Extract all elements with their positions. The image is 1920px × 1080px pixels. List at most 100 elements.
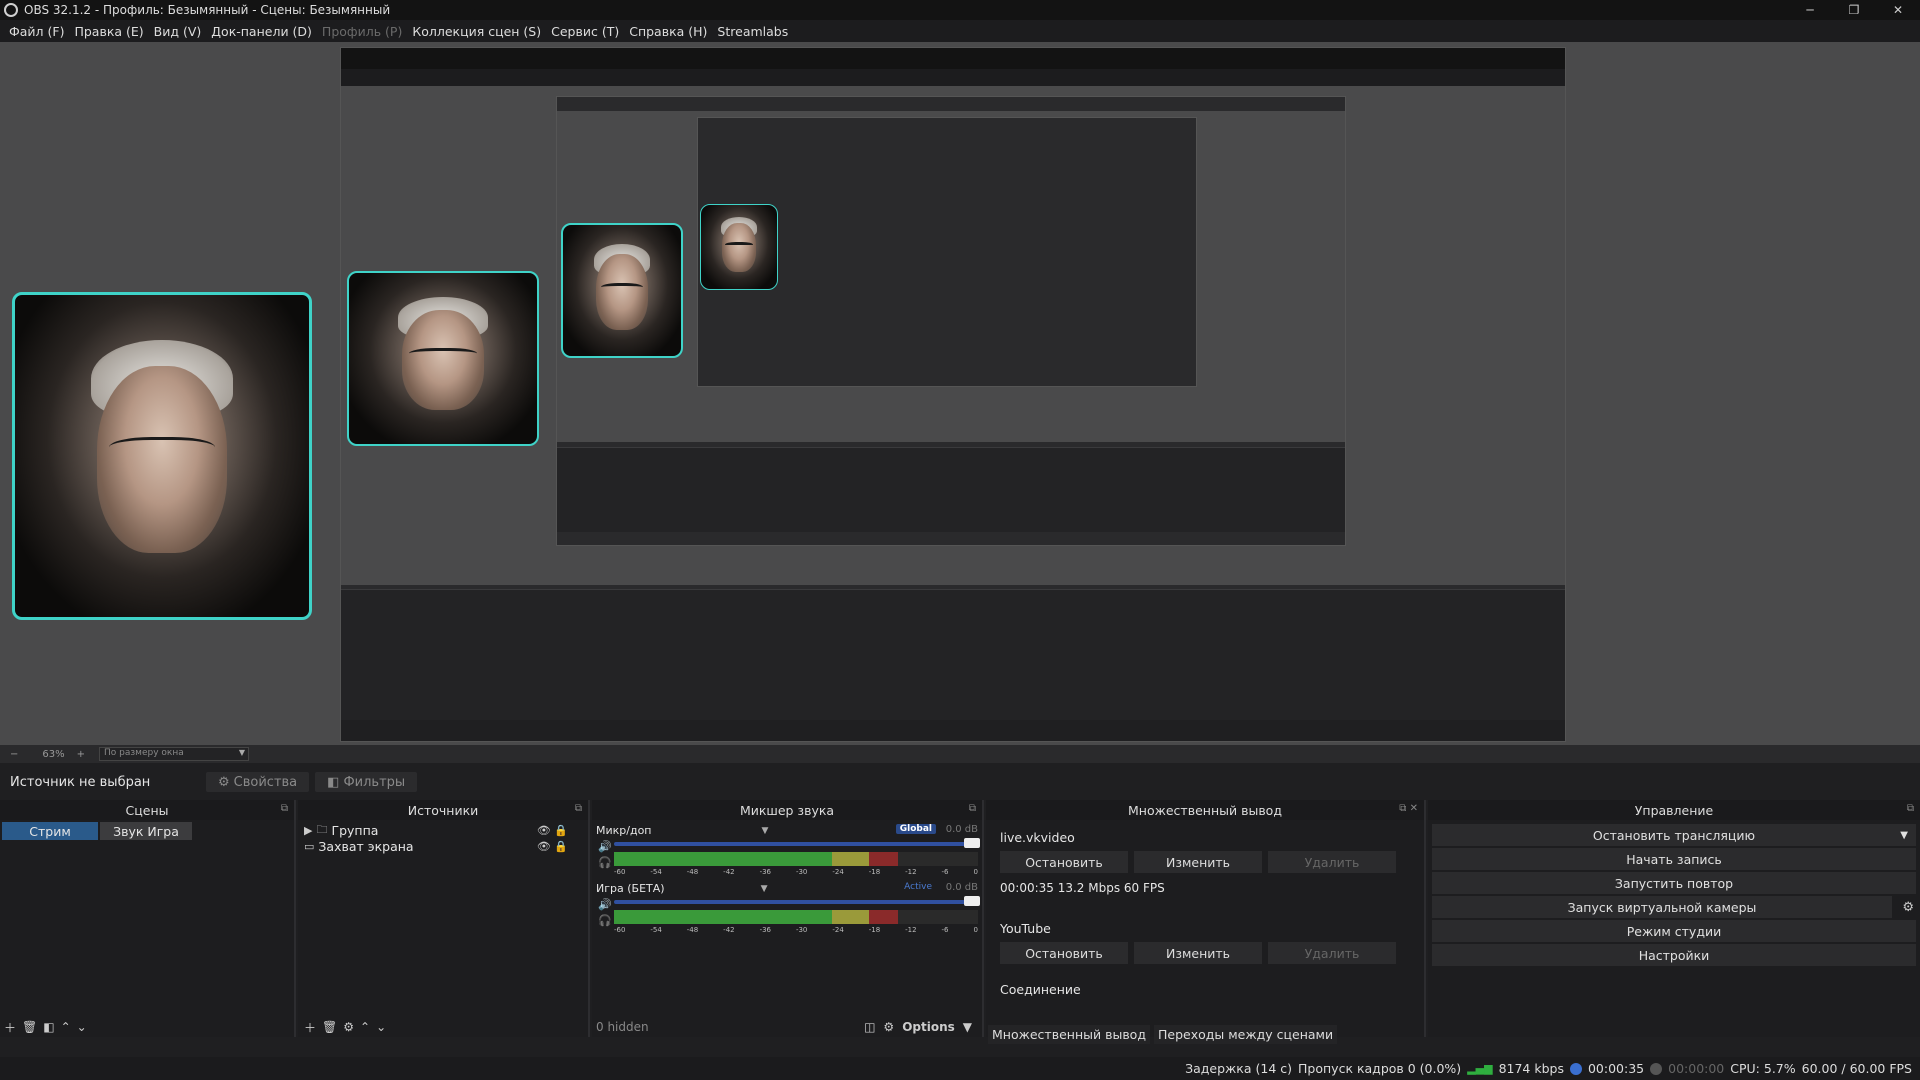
obs-logo-icon bbox=[4, 3, 18, 17]
zoom-out-button[interactable]: − bbox=[10, 749, 18, 760]
tab-multi-output[interactable]: Множественный вывод bbox=[988, 1025, 1150, 1044]
headphones-icon[interactable]: 🎧 bbox=[598, 914, 612, 927]
no-source-label: Источник не выбран bbox=[10, 774, 151, 790]
layout-icon[interactable]: ◫ bbox=[864, 1020, 875, 1034]
options-button[interactable]: Options bbox=[902, 1020, 955, 1034]
move-down-icon[interactable]: ⌄ bbox=[77, 1020, 87, 1034]
chevron-down-icon[interactable]: ▼ bbox=[761, 884, 768, 894]
visibility-lock-icon[interactable]: 👁 🔒 bbox=[537, 840, 568, 853]
mixer-channel: Игра (БЕТА) ▼ Active 0.0 dB 🔊 🎧 -60 -54 -4… bbox=[592, 878, 982, 936]
stop-target-button[interactable]: Остановить bbox=[1000, 851, 1128, 873]
record-indicator-icon bbox=[1650, 1062, 1663, 1075]
title-bar: OBS 32.1.2 - Профиль: Безымянный - Сцены… bbox=[0, 0, 1920, 20]
tab-scene-transitions[interactable]: Переходы между сценами bbox=[1153, 1025, 1338, 1044]
meter-ticks: -60 -54 -48 -42 -36 -30 -24 -18 -12 -6 0 bbox=[614, 868, 978, 876]
menu-view[interactable]: Вид (V) bbox=[149, 24, 207, 39]
scene-filter-icon[interactable]: ◧ bbox=[43, 1020, 54, 1034]
mixer-dock: Микшер звука ⧉ Микр/доп ▼ Global 0.0 dB … bbox=[592, 800, 984, 1037]
channel-name: Микр/доп bbox=[596, 824, 652, 837]
edit-target-button[interactable]: Изменить bbox=[1134, 851, 1262, 873]
cpu-status: CPU: 5.7% bbox=[1730, 1061, 1796, 1076]
status-bar: Задержка (14 с) Пропуск кадров 0 (0.0%) … bbox=[0, 1057, 1920, 1080]
target-stats: 00:00:35 13.2 Mbps 60 FPS bbox=[1000, 881, 1165, 895]
scene-item-stream[interactable]: Стрим bbox=[2, 822, 98, 840]
add-source-icon[interactable]: ＋ bbox=[304, 1019, 316, 1036]
filter-icon: ◧ bbox=[327, 774, 340, 790]
filters-label: Фильтры bbox=[343, 774, 406, 790]
chevron-down-icon[interactable]: ▼ bbox=[1900, 830, 1908, 841]
visibility-lock-icon[interactable]: 👁 🔒 bbox=[537, 824, 568, 837]
volume-slider[interactable] bbox=[614, 896, 980, 906]
move-up-icon[interactable]: ⌃ bbox=[61, 1020, 71, 1034]
virtual-camera-button[interactable]: Запуск виртуальной камеры ⚙ bbox=[1432, 896, 1914, 918]
stop-stream-button[interactable]: Остановить трансляцию ▼ bbox=[1432, 824, 1916, 846]
webcam-frame bbox=[12, 292, 312, 620]
volume-slider[interactable] bbox=[614, 838, 980, 848]
sources-dock: Источники ⧉ ▶ 🗀 Группа 👁 🔒 ▭ Захват экра… bbox=[298, 800, 590, 1037]
chevron-down-icon[interactable]: ▼ bbox=[762, 826, 769, 836]
move-down-icon[interactable]: ⌄ bbox=[376, 1020, 386, 1034]
edit-target-button[interactable]: Изменить bbox=[1134, 942, 1262, 964]
scene-item-game-audio[interactable]: Звук Игра bbox=[100, 822, 192, 840]
zoom-in-button[interactable]: + bbox=[77, 749, 85, 760]
properties-label: Свойства bbox=[233, 774, 298, 790]
menu-docks[interactable]: Док-панели (D) bbox=[206, 24, 317, 39]
stream-indicator-icon bbox=[1569, 1062, 1582, 1075]
delete-source-icon[interactable]: 🗑 bbox=[322, 1020, 337, 1034]
speaker-icon[interactable]: 🔊 bbox=[598, 840, 612, 853]
filters-button[interactable]: ◧ Фильтры bbox=[315, 772, 418, 792]
menu-help[interactable]: Справка (H) bbox=[624, 24, 712, 39]
undock-icon[interactable]: ⧉ bbox=[1907, 803, 1914, 814]
mixer-settings-icon[interactable]: ⚙ bbox=[883, 1020, 894, 1034]
zoom-level: 63% bbox=[42, 748, 65, 760]
program-preview[interactable] bbox=[0, 42, 1920, 745]
undock-icon[interactable]: ⧉ bbox=[281, 803, 288, 814]
signal-icon: ▂▄▆ bbox=[1467, 1062, 1493, 1075]
source-item-screen-capture[interactable]: ▭ Захват экрана 👁 🔒 bbox=[298, 838, 588, 854]
studio-mode-button[interactable]: Режим студии bbox=[1432, 920, 1916, 942]
maximize-button[interactable]: ❐ bbox=[1832, 0, 1876, 20]
delete-target-button[interactable]: Удалить bbox=[1268, 851, 1396, 873]
controls-dock: Управление ⧉ Остановить трансляцию ▼ Нача… bbox=[1428, 800, 1920, 1037]
menu-edit[interactable]: Правка (E) bbox=[69, 24, 148, 39]
menu-tools[interactable]: Сервис (T) bbox=[546, 24, 624, 39]
menu-streamlabs[interactable]: Streamlabs bbox=[712, 24, 793, 39]
move-up-icon[interactable]: ⌃ bbox=[360, 1020, 370, 1034]
properties-button[interactable]: ⚙ Свойства bbox=[206, 772, 310, 792]
channel-db: 0.0 dB bbox=[945, 882, 978, 893]
menu-scene-collection[interactable]: Коллекция сцен (S) bbox=[407, 24, 546, 39]
channel-tag: Active bbox=[904, 882, 932, 892]
channel-name: Игра (БЕТА) bbox=[596, 882, 665, 895]
source-item-group[interactable]: ▶ 🗀 Группа 👁 🔒 bbox=[298, 822, 588, 838]
fps-status: 60.00 / 60.00 FPS bbox=[1801, 1061, 1912, 1076]
dropped-frames-status: Пропуск кадров 0 (0.0%) bbox=[1298, 1061, 1462, 1076]
delete-target-button[interactable]: Удалить bbox=[1268, 942, 1396, 964]
stop-target-button[interactable]: Остановить bbox=[1000, 942, 1128, 964]
headphones-icon[interactable]: 🎧 bbox=[598, 856, 612, 869]
expand-arrow-icon[interactable]: ▶ bbox=[304, 824, 312, 837]
settings-button[interactable]: Настройки bbox=[1432, 944, 1916, 966]
stream-time: 00:00:35 bbox=[1587, 1061, 1645, 1076]
channel-db: 0.0 dB bbox=[945, 824, 978, 835]
delete-scene-icon[interactable]: 🗑 bbox=[22, 1020, 37, 1034]
start-recording-button[interactable]: Начать запись bbox=[1432, 848, 1916, 870]
speaker-icon[interactable]: 🔊 bbox=[598, 898, 612, 911]
window-title: OBS 32.1.2 - Профиль: Безымянный - Сцены… bbox=[24, 3, 391, 17]
add-scene-icon[interactable]: ＋ bbox=[4, 1019, 16, 1036]
zoom-mode-select[interactable]: По размеру окна bbox=[99, 747, 250, 761]
source-settings-icon[interactable]: ⚙ bbox=[343, 1020, 354, 1034]
dock-tabs: Множественный вывод Переходы между сцена… bbox=[988, 1025, 1338, 1044]
start-replay-button[interactable]: Запустить повтор bbox=[1432, 872, 1916, 894]
chevron-down-icon[interactable]: ▼ bbox=[963, 1020, 972, 1034]
gear-icon[interactable]: ⚙ bbox=[1902, 900, 1914, 915]
undock-icon[interactable]: ⧉ bbox=[969, 803, 976, 814]
menu-profile[interactable]: Профиль (P) bbox=[317, 24, 407, 39]
menu-file[interactable]: Файл (F) bbox=[4, 24, 69, 39]
close-button[interactable]: ✕ bbox=[1876, 0, 1920, 20]
undock-close-icon[interactable]: ⧉ ✕ bbox=[1399, 803, 1418, 814]
nested-obs-window bbox=[340, 47, 1566, 742]
source-label: Группа bbox=[331, 822, 379, 838]
undock-icon[interactable]: ⧉ bbox=[575, 803, 582, 814]
multi-output-dock: Множественный вывод ⧉ ✕ live.vkvideo Ост… bbox=[986, 800, 1426, 1037]
minimize-button[interactable]: ─ bbox=[1788, 0, 1832, 20]
